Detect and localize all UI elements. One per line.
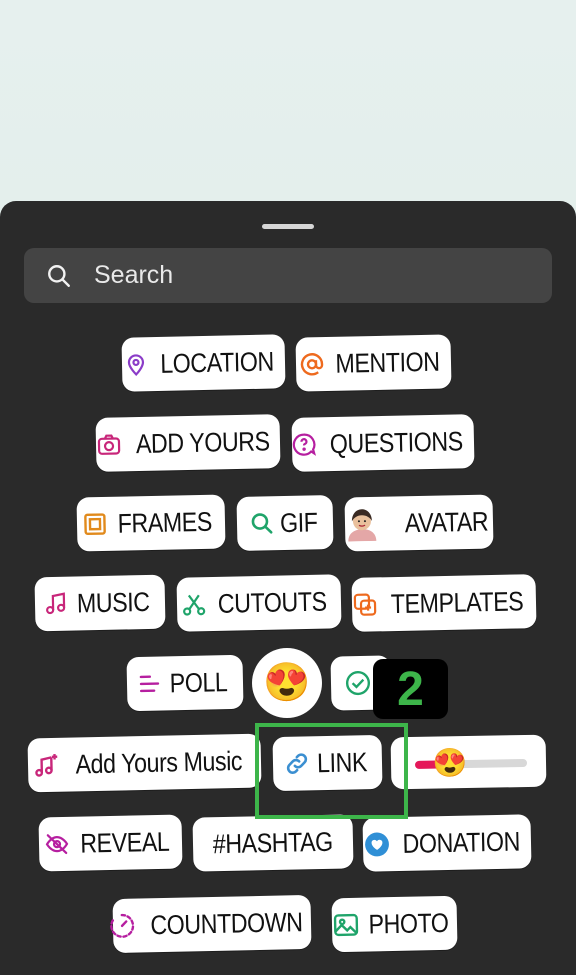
location-pin-icon [124,351,149,377]
add-yours-music-sticker[interactable]: Add Yours Music [27,733,262,793]
frames-sticker[interactable]: FRAMES [76,494,226,552]
slider-emoji-thumb[interactable]: 😍 [432,746,467,780]
countdown-label: COUNTDOWN [150,906,303,940]
search-icon [48,264,70,287]
search-gif-icon [250,511,274,535]
heart-eyes-emoji: 😍 [263,662,311,704]
music-add-icon [33,752,60,779]
donation-label: DONATION [402,825,521,859]
countdown-sticker[interactable]: COUNTDOWN [109,894,312,954]
link-highlight-box [255,723,408,819]
donation-icon [364,831,391,858]
mention-label: MENTION [334,346,440,379]
check-circle-icon [345,670,372,697]
hashtag-label: #HASHTAG [212,826,334,859]
photo-sticker[interactable]: PHOTO [331,895,458,953]
frame-icon [82,512,106,536]
drag-handle[interactable] [262,224,314,229]
avatar-icon [343,507,380,542]
music-label: MUSIC [76,586,151,618]
templates-label: TEMPLATES [390,585,525,619]
camera-icon [96,432,122,457]
music-note-icon [44,592,68,616]
sticker-tray: Search LOCATION MENTION ADD YOURS QUESTI… [0,201,576,975]
gif-sticker[interactable]: GIF [236,495,334,551]
poll-label: POLL [169,666,228,698]
music-sticker[interactable]: MUSIC [34,574,166,632]
step-number-badge: 2 [373,659,448,719]
poll-icon [138,672,162,694]
photo-icon [333,912,360,939]
timer-icon [109,913,136,940]
questions-label: QUESTIONS [329,425,464,459]
add-yours-music-label: Add Yours Music [75,745,243,779]
emoji-slider-sticker[interactable]: 😍 [390,734,547,790]
reveal-sticker[interactable]: REVEAL [38,814,183,872]
location-label: LOCATION [159,346,275,379]
location-sticker[interactable]: LOCATION [121,334,286,392]
reveal-label: REVEAL [80,826,170,859]
step-number: 2 [397,662,424,716]
donation-sticker[interactable]: DONATION [362,814,532,872]
search-placeholder: Search [94,261,174,289]
questions-sticker[interactable]: QUESTIONS [291,414,475,472]
question-bubble-icon [292,432,317,456]
scissors-icon [182,592,206,616]
frames-label: FRAMES [117,506,212,539]
photo-label: PHOTO [368,907,450,940]
templates-sticker[interactable]: TEMPLATES [351,574,537,632]
mention-sticker[interactable]: MENTION [295,334,452,392]
avatar-label: AVATAR [403,506,489,538]
add-yours-label: ADD YOURS [135,425,270,459]
poll-sticker[interactable]: POLL [126,654,244,712]
at-sign-icon [299,352,323,376]
add-yours-sticker[interactable]: ADD YOURS [95,414,281,472]
avatar-sticker[interactable]: AVATAR [343,494,494,552]
templates-icon [353,592,377,616]
emoji-reaction-sticker[interactable]: 😍 [252,648,322,718]
cutouts-sticker[interactable]: CUTOUTS [176,574,342,632]
gif-label: GIF [279,506,318,538]
search-bar[interactable]: Search [24,248,552,303]
cutouts-label: CUTOUTS [217,586,328,619]
eye-off-icon [44,832,70,857]
hashtag-sticker[interactable]: #HASHTAG [192,814,354,872]
